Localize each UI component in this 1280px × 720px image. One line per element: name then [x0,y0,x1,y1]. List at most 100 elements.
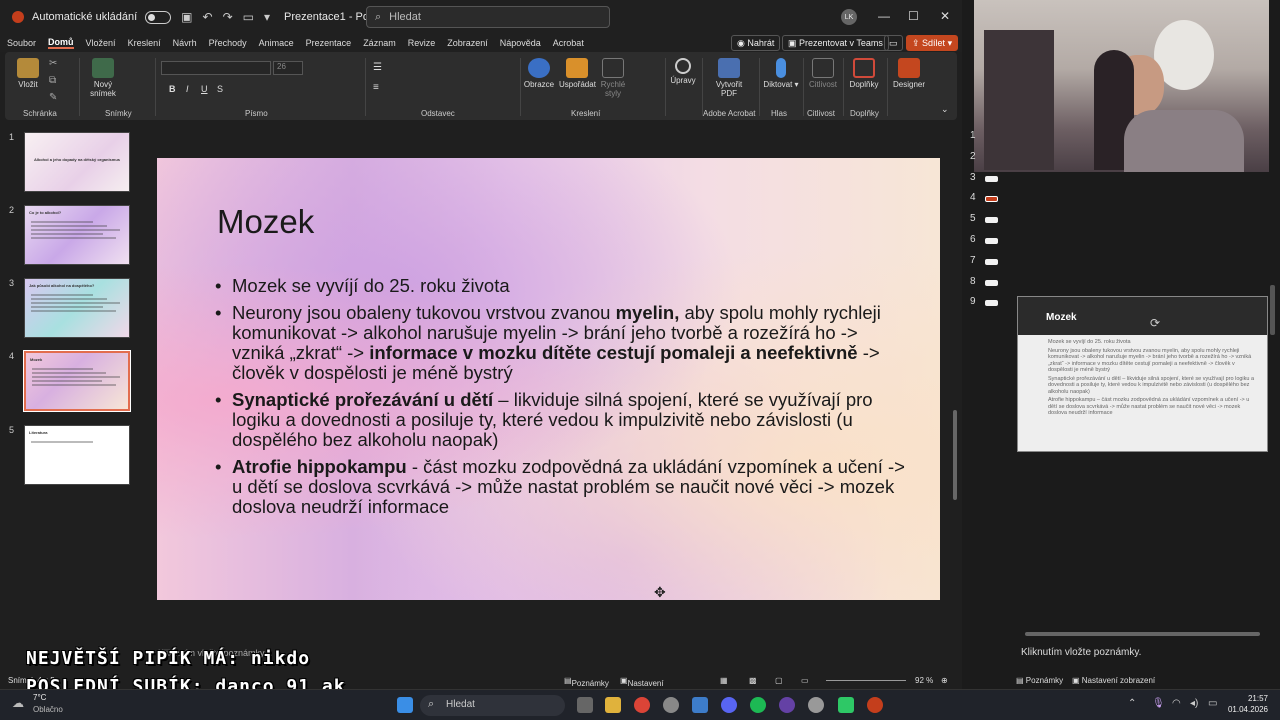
menu-tab-8[interactable]: Záznam [363,38,396,48]
kick-icon[interactable] [838,697,854,713]
menu-tab-3[interactable]: Kreslení [128,38,161,48]
paste-button[interactable]: Vložit [15,58,41,89]
menu-tab-11[interactable]: Nápověda [500,38,541,48]
volume-icon[interactable]: ◂) [1190,698,1198,709]
slide-thumbnail-1[interactable]: Alkohol a jeho dopady na dětský organism… [24,132,130,192]
redo-icon[interactable]: ↷ [223,10,233,24]
editing-button[interactable]: Úpravy [669,58,697,85]
mic-tray-icon[interactable]: 🎙 [1152,698,1165,709]
obs-icon[interactable] [779,697,795,713]
slide-thumbnail-5[interactable]: Literatura [24,425,130,485]
discord-icon[interactable] [721,697,737,713]
right-slide-marker[interactable] [985,217,998,224]
quick-styles-button[interactable]: Rychlé styly [599,58,627,98]
right-slide-marker[interactable] [985,196,998,203]
menu-tab-12[interactable]: Acrobat [553,38,584,48]
menu-tab-5[interactable]: Přechody [209,38,247,48]
zoom-level[interactable]: 92 % [915,676,933,685]
copy-icon[interactable]: ⧉ [49,75,56,86]
clock[interactable]: 21:57 01.04.2026 [1228,693,1268,715]
font-name-select[interactable] [161,61,271,75]
wifi-icon[interactable]: ◠ [1172,698,1181,709]
chrome-icon[interactable] [634,697,650,713]
menu-tab-7[interactable]: Prezentace [306,38,352,48]
github-icon[interactable] [808,697,824,713]
task-view-icon[interactable] [577,697,593,713]
start-icon[interactable] [397,697,413,713]
present-icon[interactable]: ▭ [243,10,254,24]
spotify-icon[interactable] [750,697,766,713]
menu-tab-9[interactable]: Revize [408,38,436,48]
bold-icon[interactable]: B [169,84,176,94]
autosave-toggle[interactable] [145,10,172,24]
menu-tab-1[interactable]: Domů [48,37,74,49]
record-button[interactable]: ◉ Nahrát [731,35,781,51]
format-painter-icon[interactable]: ✎ [49,92,57,103]
menu-tab-10[interactable]: Zobrazení [447,38,488,48]
fit-slide-icon[interactable]: ⊕ [941,676,948,685]
right-slide-marker[interactable] [985,300,998,307]
cut-icon[interactable]: ✂ [49,58,57,69]
slide-bullets[interactable]: Mozek se vyvíjí do 25. roku života Neuron… [215,276,915,524]
right-notes-button[interactable]: ▤ Poznámky [1016,676,1063,685]
sensitivity-button[interactable]: Citlivost [807,58,839,89]
maximize-icon[interactable]: ☐ [908,9,919,23]
teams-button[interactable]: ▣ Prezentovat v Teams [782,35,889,51]
shapes-button[interactable]: Obrazce [523,58,555,89]
menu-tab-4[interactable]: Návrh [173,38,197,48]
battery-icon[interactable]: ▭ [1208,698,1217,709]
avatar[interactable]: LK [841,9,857,25]
undo-icon[interactable]: ↶ [203,10,213,24]
slide-scrollbar[interactable] [951,125,959,635]
new-slide-button[interactable]: Nový snímek [87,58,119,98]
right-view-settings-button[interactable]: ▣ Nastavení zobrazení [1072,676,1155,685]
zoom-slider[interactable] [826,680,906,681]
customize-icon[interactable]: ▾ [264,10,270,24]
collapse-ribbon-icon[interactable]: ⌄ [941,104,949,115]
normal-view-icon[interactable]: ▦ [720,676,728,685]
underline-icon[interactable]: U [201,84,208,94]
right-slide-marker[interactable] [985,238,998,244]
slide-thumbnail-2[interactable]: Co je to alkohol? [24,205,130,265]
slide-title[interactable]: Mozek [217,203,314,241]
file-explorer-icon[interactable] [605,697,621,713]
right-slide-marker[interactable] [985,175,998,182]
right-slide-marker[interactable] [985,258,998,265]
arrange-button[interactable]: Uspořádat [559,58,596,89]
align-left-icon[interactable]: ≡ [373,82,379,93]
bullets-icon[interactable]: ☰ [373,62,382,73]
share-button[interactable]: ⇪ Sdílet ▾ [906,35,959,51]
menu-tab-2[interactable]: Vložení [86,38,116,48]
create-pdf-button[interactable]: Vytvořit PDF [709,58,749,98]
strikethrough-icon[interactable]: S [217,84,223,94]
menu-tab-6[interactable]: Animace [259,38,294,48]
tray-chevron-icon[interactable]: ⌃ [1128,698,1136,709]
right-v-scrollbar[interactable] [1270,285,1275,335]
font-size-select[interactable]: 26 [273,61,303,75]
photos-icon[interactable] [692,697,708,713]
weather-temp[interactable]: 7°C [33,693,46,702]
close-icon[interactable]: ✕ [940,9,950,23]
slide-thumbnail-4[interactable]: Mozek [23,350,131,412]
right-h-scrollbar[interactable] [1025,632,1260,636]
addins-button[interactable]: Doplňky [847,58,881,89]
comments-icon[interactable]: ▭ [884,35,903,51]
slide-sorter-icon[interactable]: ▩ [749,676,757,685]
right-notes-placeholder[interactable]: Kliknutím vložte poznámky. [1021,647,1141,658]
taskbar-search[interactable]: Hledat [420,695,565,716]
menu-tab-0[interactable]: Soubor [7,38,36,48]
slide-canvas[interactable]: Mozek Mozek se vyvíjí do 25. roku života… [157,158,940,600]
settings-icon[interactable] [663,697,679,713]
search-box[interactable]: ⌕ Hledat [366,6,610,28]
reading-view-icon[interactable]: ▢ [775,676,783,685]
designer-button[interactable]: Designer [891,58,927,89]
slideshow-icon[interactable]: ▭ [801,676,809,685]
dictate-button[interactable]: Diktovat ▾ [763,58,799,89]
slide-thumbnail-3[interactable]: Jak působí alkohol na dospělého? [24,278,130,338]
italic-icon[interactable]: I [186,84,189,94]
view-settings-button[interactable]: ▣ Nastavení zobrazení [620,676,664,697]
minimize-icon[interactable]: — [878,9,890,23]
right-slide-marker[interactable] [985,279,998,286]
notes-button[interactable]: ▤ Poznámky [564,676,609,688]
save-icon[interactable]: ▣ [181,10,192,24]
